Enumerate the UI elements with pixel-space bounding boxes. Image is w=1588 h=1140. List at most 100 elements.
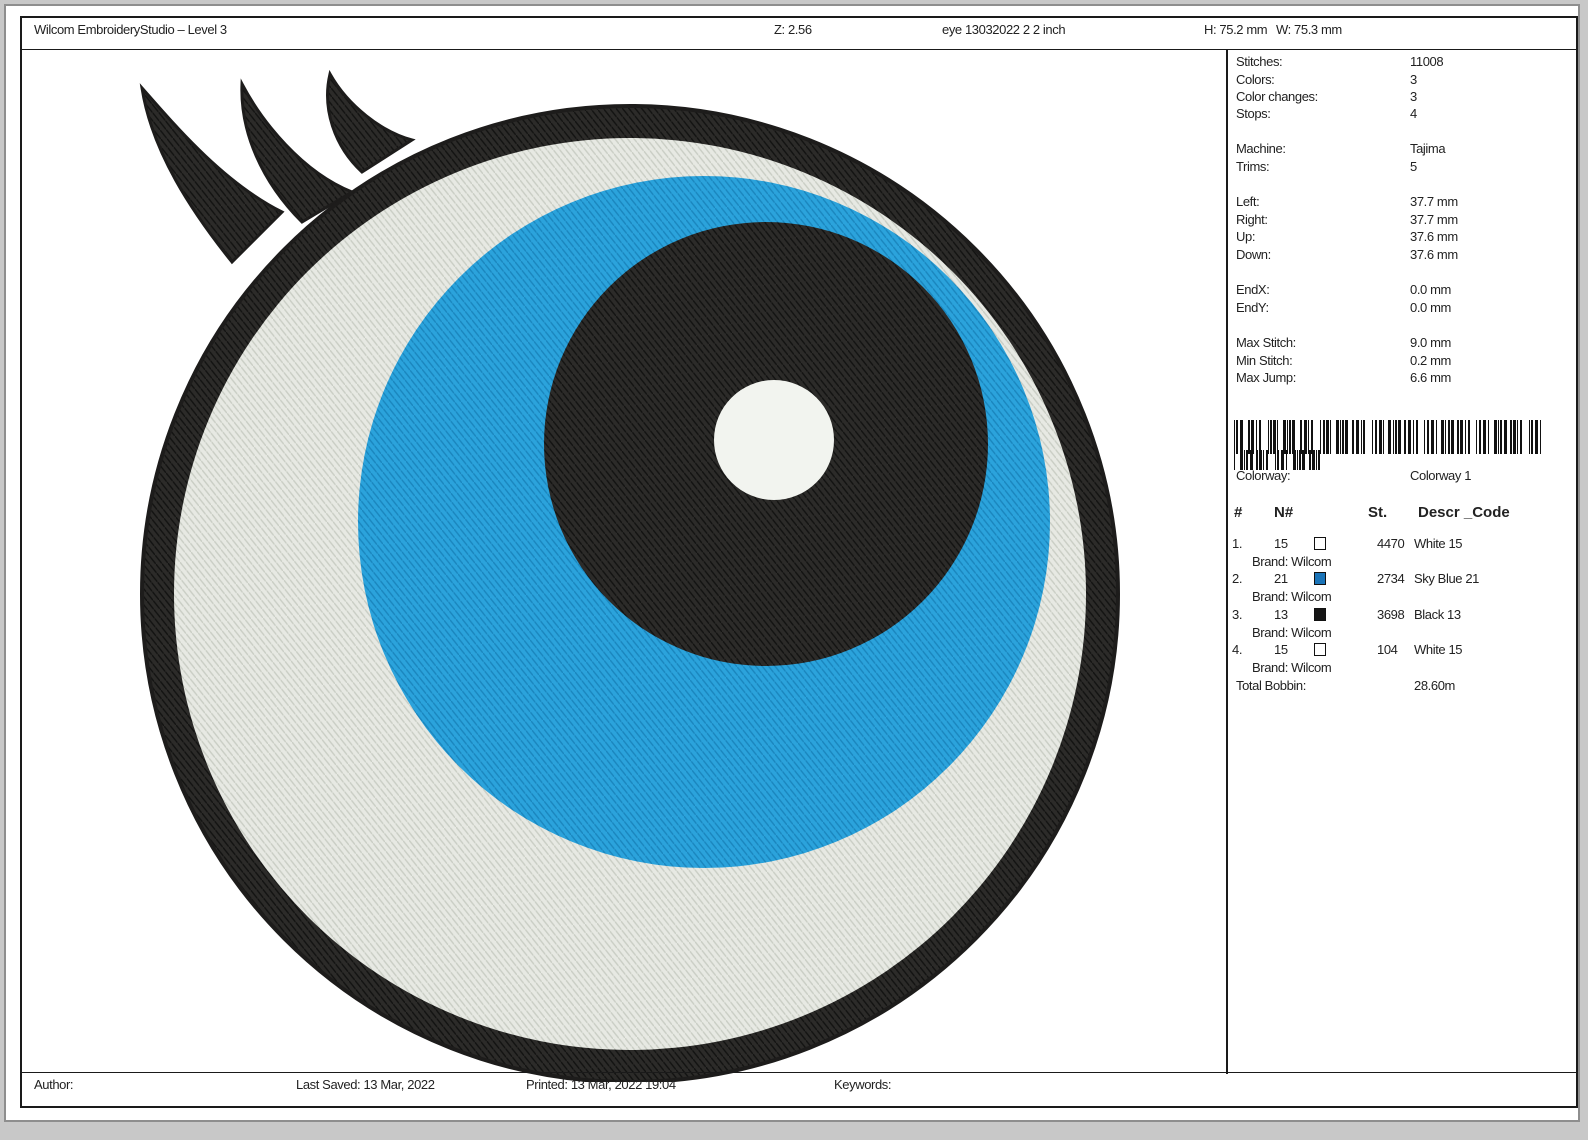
barcode-bar — [1383, 420, 1384, 454]
stat-row: Max Jump: 6.6 mm — [1236, 370, 1451, 385]
barcode-bar — [1240, 420, 1243, 454]
barcode-bar — [1268, 420, 1269, 454]
barcode-bar — [1259, 420, 1261, 454]
barcode-tail — [1234, 450, 1320, 470]
stat-row: Left: 37.7 mm — [1236, 194, 1458, 209]
barcode-bar — [1535, 420, 1538, 454]
stat-label: Up: — [1236, 229, 1256, 244]
barcode-bar — [1236, 420, 1238, 454]
total-bobbin-label: Total Bobbin: — [1236, 678, 1306, 693]
colorway-row: Colorway: Colorway 1 — [1236, 468, 1471, 483]
printed-date: Printed: 13 Mar, 2022 19:04 — [526, 1077, 676, 1092]
stat-row: Down: 37.6 mm — [1236, 247, 1458, 262]
color-description: White 15 — [1414, 536, 1463, 551]
stat-label: Colors: — [1236, 72, 1275, 87]
needle-number: 13 — [1274, 607, 1288, 622]
barcode-bar — [1465, 420, 1466, 454]
color-description: Black 13 — [1414, 607, 1461, 622]
barcode-bar — [1289, 420, 1291, 454]
barcode-bar — [1460, 420, 1463, 454]
barcode-bar — [1323, 420, 1325, 454]
last-saved: Last Saved: 13 Mar, 2022 — [296, 1077, 435, 1092]
barcode-bar — [1468, 420, 1470, 454]
stat-label: Trims: — [1236, 159, 1270, 174]
stat-label: Machine: — [1236, 141, 1286, 156]
barcode-bar — [1299, 450, 1301, 470]
barcode-bar — [1311, 420, 1313, 454]
color-swatch — [1314, 572, 1326, 585]
zoom-readout: Z: 2.56 — [774, 22, 812, 37]
barcode-bar — [1304, 420, 1307, 454]
stat-row: Colors: 3 — [1236, 72, 1417, 87]
barcode-bar — [1513, 420, 1516, 454]
stat-value: Tajima — [1410, 141, 1446, 156]
barcode-bar — [1300, 420, 1302, 454]
barcode-bar — [1309, 450, 1311, 470]
stat-value: 6.6 mm — [1410, 370, 1451, 385]
barcode-bar — [1379, 420, 1382, 454]
barcode-bar — [1431, 420, 1434, 454]
barcode-bar — [1345, 420, 1348, 454]
barcode-bar — [1517, 420, 1518, 454]
needle-number: 15 — [1274, 642, 1288, 657]
eyelash-3 — [326, 69, 416, 174]
barcode-bar — [1375, 420, 1377, 454]
color-brand: Brand: Wilcom — [1252, 660, 1332, 675]
color-row: 4. 15 104 White 15 Brand: Wilcom — [1230, 642, 1570, 678]
barcode-bar — [1416, 420, 1418, 454]
design-width: W: 75.3 mm — [1276, 22, 1342, 37]
stitch-count: 4470 — [1377, 536, 1405, 551]
color-swatch — [1314, 537, 1326, 550]
stat-row: Stitches: 11008 — [1236, 54, 1444, 69]
stat-value: 9.0 mm — [1410, 335, 1451, 350]
stat-value: 0.0 mm — [1410, 300, 1451, 315]
barcode-bar — [1308, 420, 1309, 454]
barcode-bar — [1441, 420, 1444, 454]
total-bobbin-value: 28.60m — [1414, 678, 1455, 693]
barcode-bar — [1393, 420, 1394, 454]
barcode-bar — [1352, 420, 1354, 454]
stat-value: 37.6 mm — [1410, 247, 1458, 262]
barcode-bar — [1277, 450, 1279, 470]
barcode-bar — [1361, 420, 1362, 454]
barcode-bar — [1500, 420, 1502, 454]
stat-row: Color changes: 3 — [1236, 89, 1417, 104]
stat-row: EndX: 0.0 mm — [1236, 282, 1451, 297]
barcode-bar — [1540, 420, 1541, 454]
barcode-bar — [1494, 420, 1497, 454]
barcode-bar — [1316, 450, 1317, 470]
barcode-bar — [1404, 420, 1406, 454]
needle-number: 21 — [1274, 571, 1288, 586]
barcode-bar — [1451, 420, 1454, 454]
stat-label: Max Stitch: — [1236, 335, 1296, 350]
stat-row: Stops: 4 — [1236, 106, 1417, 121]
barcode-bar — [1244, 450, 1245, 470]
embroidery-eye-design — [139, 69, 1120, 1082]
color-description: White 15 — [1414, 642, 1463, 657]
barcode-bar — [1340, 420, 1341, 454]
barcode-bar — [1483, 420, 1486, 454]
color-swatch — [1314, 608, 1326, 621]
stat-value: 37.6 mm — [1410, 229, 1458, 244]
needle-number: 15 — [1274, 536, 1288, 551]
barcode-bar — [1504, 420, 1507, 454]
barcode-bar — [1408, 420, 1411, 454]
barcode-bar — [1283, 420, 1286, 454]
stat-label: Right: — [1236, 212, 1268, 227]
stat-row: Up: 37.6 mm — [1236, 229, 1458, 244]
barcode-bar — [1293, 450, 1296, 470]
stitch-count: 3698 — [1377, 607, 1405, 622]
barcode-bar — [1266, 450, 1268, 470]
barcode-bar — [1372, 420, 1373, 454]
barcode-bar — [1248, 420, 1250, 454]
color-row: 1. 15 4470 White 15 Brand: Wilcom — [1230, 536, 1570, 572]
barcode-bar — [1286, 450, 1287, 470]
stat-label: Stitches: — [1236, 54, 1283, 69]
stat-label: Min Stitch: — [1236, 353, 1293, 368]
stat-label: Stops: — [1236, 106, 1271, 121]
barcode-bar — [1234, 450, 1235, 470]
color-swatch — [1314, 643, 1326, 656]
stat-value: 3 — [1410, 89, 1417, 104]
color-row: 2. 21 2734 Sky Blue 21 Brand: Wilcom — [1230, 571, 1570, 607]
stat-label: Down: — [1236, 247, 1271, 262]
